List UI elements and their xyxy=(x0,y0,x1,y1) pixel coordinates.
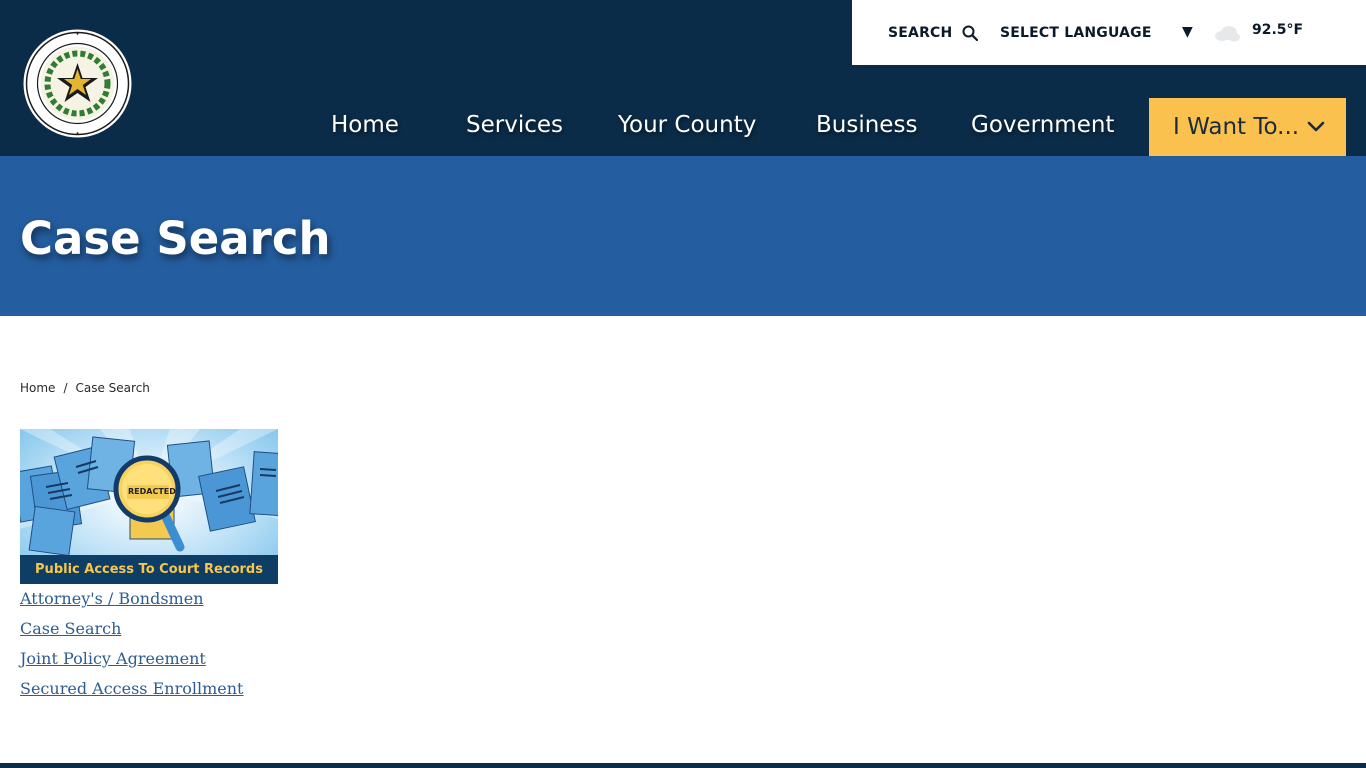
nav-government[interactable]: Government xyxy=(971,98,1114,156)
county-seal-logo[interactable] xyxy=(23,29,132,138)
i-want-to-menu-button[interactable]: I Want To... xyxy=(1149,98,1346,156)
related-links-list: Attorney's / Bondsmen Case Search Joint … xyxy=(20,588,243,708)
nav-your-county[interactable]: Your County xyxy=(618,98,756,156)
utility-bar: SEARCH SELECT LANGUAGE ▼ 92.5°F xyxy=(852,0,1366,65)
nav-services[interactable]: Services xyxy=(466,98,563,156)
search-label: SEARCH xyxy=(888,25,953,41)
search-button[interactable]: SEARCH xyxy=(888,23,979,43)
footer-strip xyxy=(0,763,1366,768)
nav-home[interactable]: Home xyxy=(331,98,399,156)
language-dropdown-caret-icon[interactable]: ▼ xyxy=(1182,24,1193,40)
promo-caption: Public Access To Court Records xyxy=(20,555,278,584)
breadcrumb-separator: / xyxy=(63,381,68,395)
page-banner: Case Search xyxy=(0,156,1366,316)
page-title: Case Search xyxy=(20,212,331,265)
chevron-down-icon xyxy=(1307,121,1325,132)
nav-business[interactable]: Business xyxy=(816,98,917,156)
redacted-stamp: REDACTED xyxy=(128,487,176,496)
link-attorneys-bondsmen[interactable]: Attorney's / Bondsmen xyxy=(20,588,243,618)
breadcrumb-current: Case Search xyxy=(75,381,150,395)
language-label: SELECT LANGUAGE xyxy=(1000,25,1152,41)
link-secured-access-enrollment[interactable]: Secured Access Enrollment xyxy=(20,678,243,708)
i-want-to-label: I Want To... xyxy=(1173,114,1300,140)
link-joint-policy-agreement[interactable]: Joint Policy Agreement xyxy=(20,648,243,678)
cloud-icon xyxy=(1215,26,1240,42)
language-select[interactable]: SELECT LANGUAGE xyxy=(1000,23,1152,43)
public-access-court-records-banner[interactable]: REDACTED Public Access To Court Records xyxy=(20,429,278,584)
link-case-search[interactable]: Case Search xyxy=(20,618,243,648)
breadcrumb: Home / Case Search xyxy=(20,381,150,395)
breadcrumb-home-link[interactable]: Home xyxy=(20,381,55,395)
site-header: SEARCH SELECT LANGUAGE ▼ 92.5°F Home Ser… xyxy=(0,0,1366,156)
weather-temperature: 92.5°F xyxy=(1252,22,1304,38)
search-icon xyxy=(962,25,979,41)
